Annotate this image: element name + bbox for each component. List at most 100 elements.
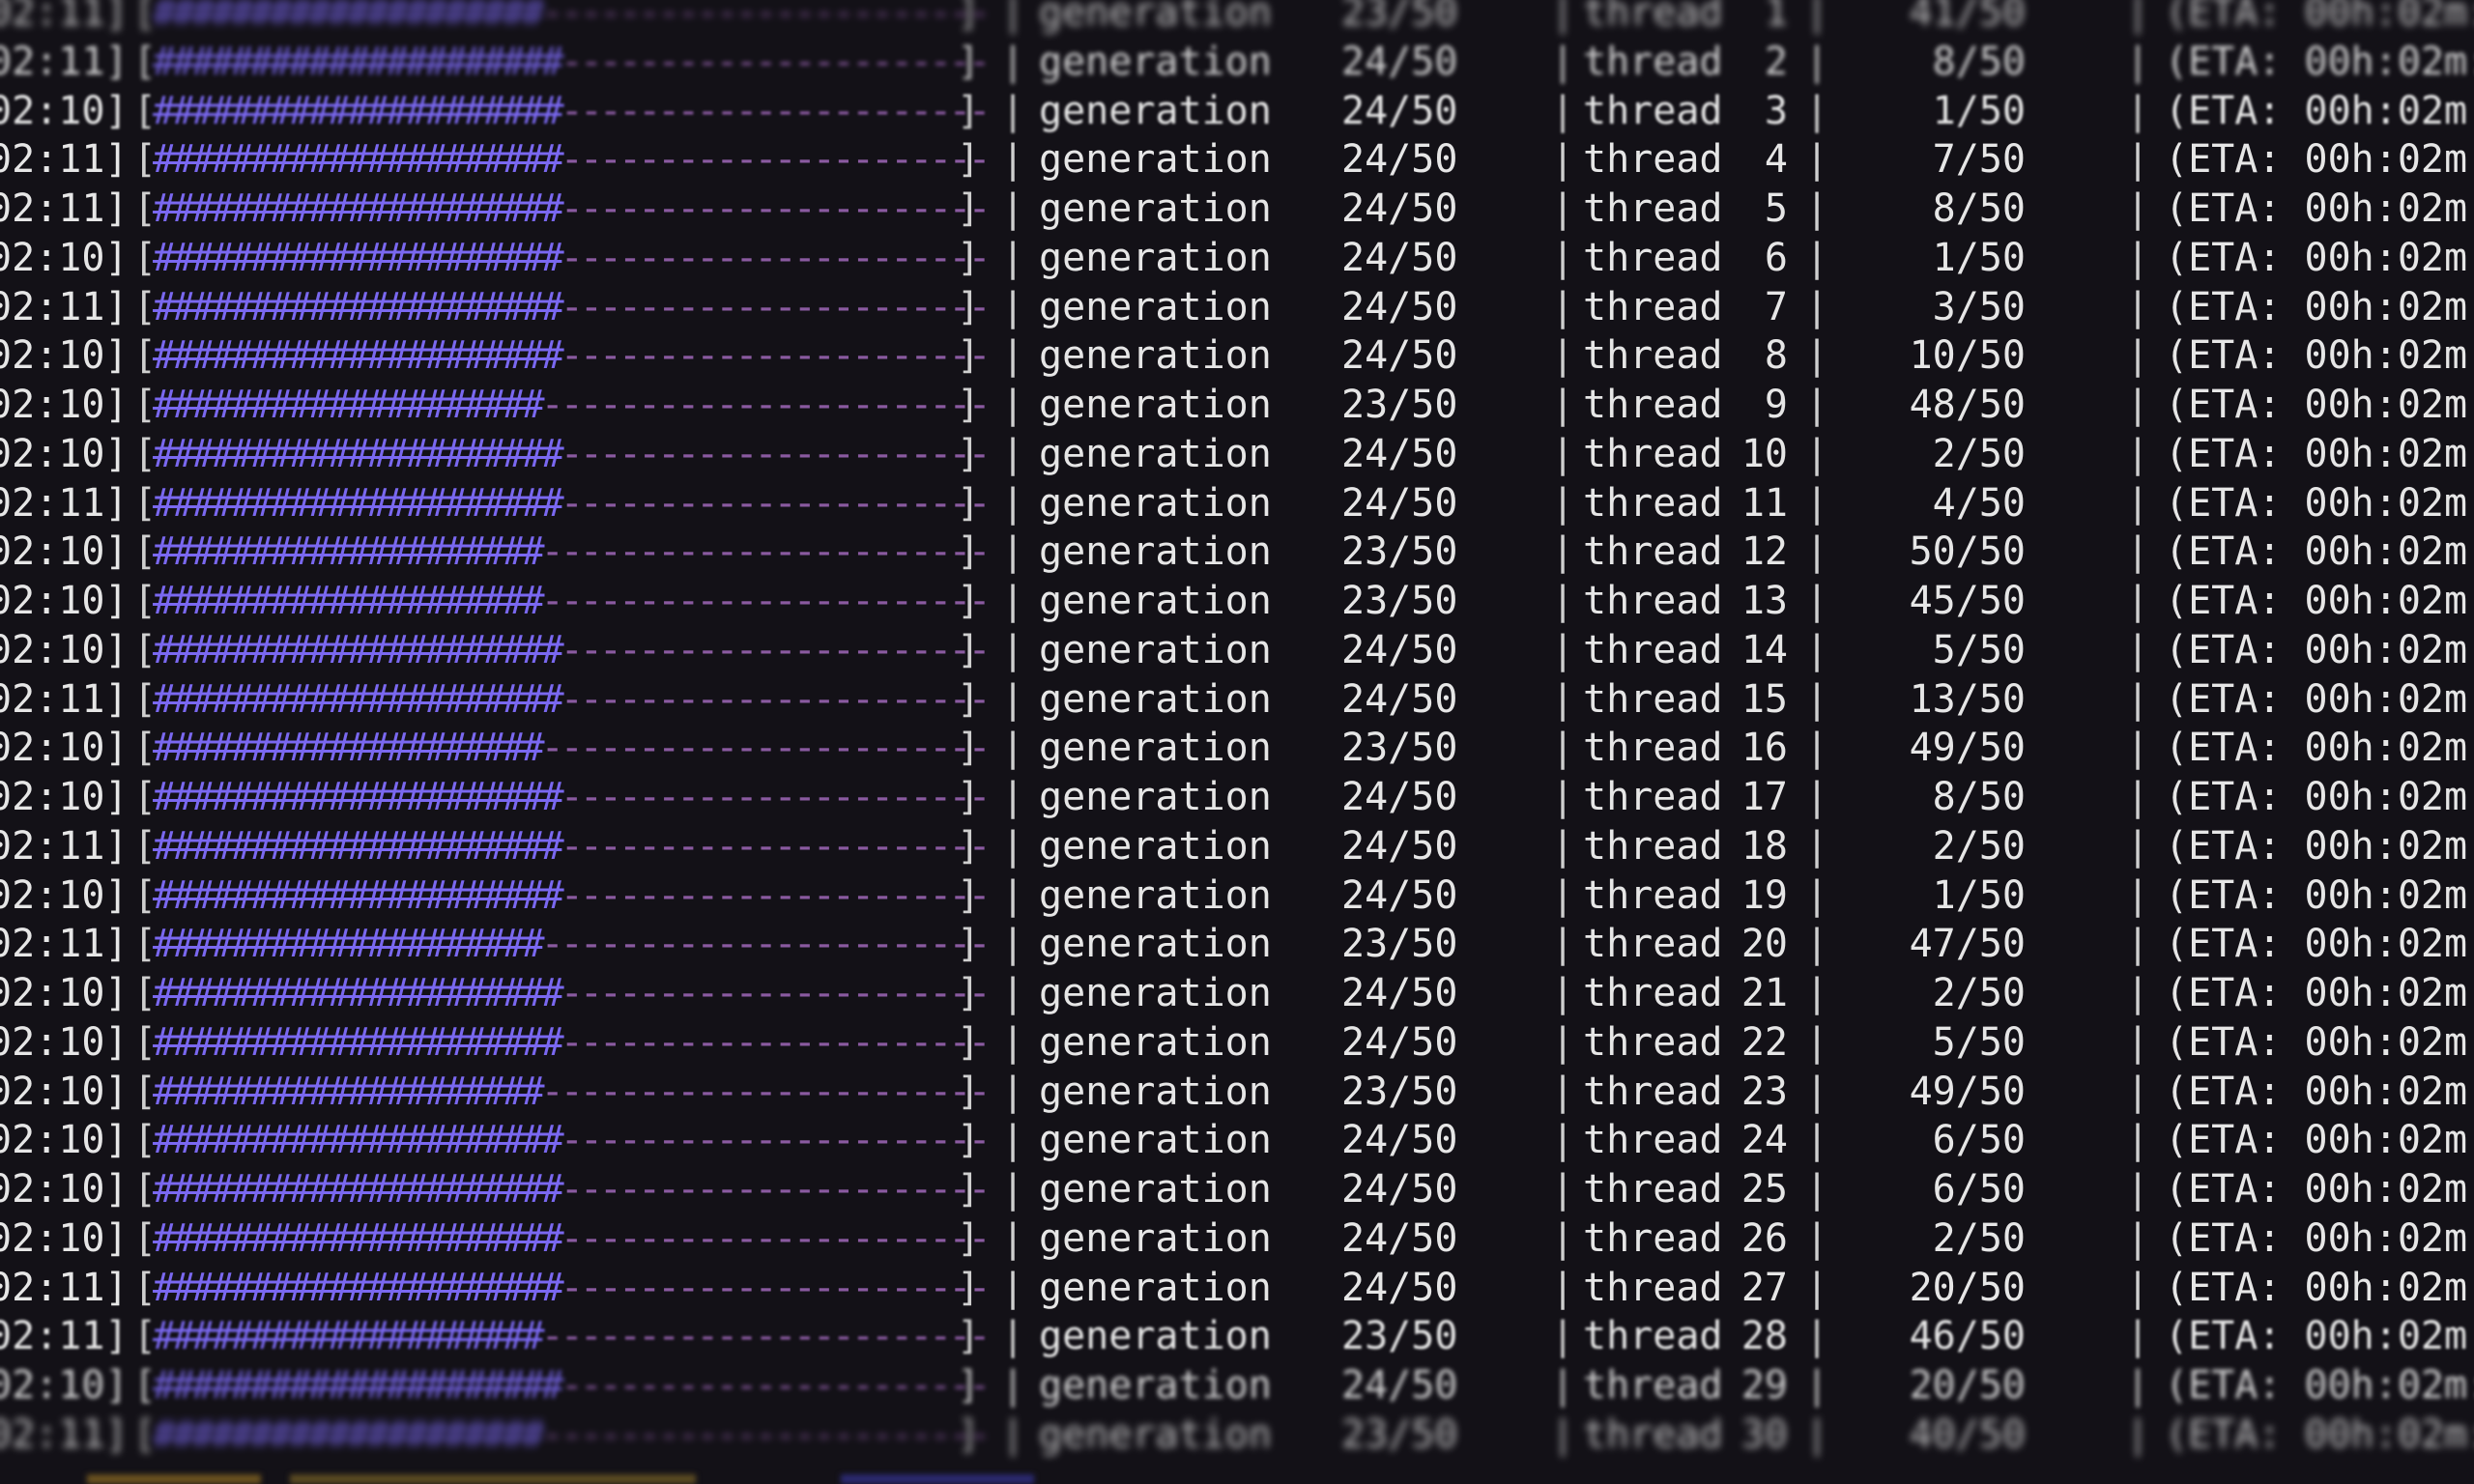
timestamp: 02:11] <box>0 1412 129 1457</box>
progress-bar-fill: ##################### <box>153 88 564 133</box>
eta-text: (ETA: 00h:02m:1 <box>2165 284 2474 329</box>
progress-bar-fill: ##################### <box>153 676 564 722</box>
progress-bar: #####################-------------------… <box>153 675 992 724</box>
generation-value: 24/50 <box>1341 1265 1458 1310</box>
separator-pipe: | <box>1001 1412 1025 1457</box>
progress-bar-fill: ##################### <box>153 333 564 379</box>
bracket-close: ] <box>957 676 981 722</box>
bracket-close: ] <box>957 480 981 526</box>
separator-pipe: | <box>1805 922 1829 967</box>
separator-pipe: | <box>1805 137 1829 183</box>
separator-pipe: | <box>1001 579 1025 623</box>
separator-pipe: | <box>1001 39 1025 84</box>
thread-label: thread <box>1583 186 1723 231</box>
separator-pipe: | <box>1551 88 1575 133</box>
thread-progress: 49/50 <box>1909 1069 2026 1114</box>
separator-pipe: | <box>1805 1019 1829 1065</box>
progress-bar-remaining: ---------------------- <box>560 1215 992 1261</box>
bracket-close: ] <box>957 726 981 771</box>
generation-value: 23/50 <box>1341 726 1458 771</box>
generation-value: 23/50 <box>1341 1069 1458 1114</box>
separator-pipe: | <box>1551 726 1575 771</box>
progress-bar-remaining: ---------------------- <box>560 284 992 329</box>
progress-bar-remaining: ---------------------- <box>560 186 992 231</box>
separator-pipe: | <box>2126 1265 2150 1310</box>
generation-value: 24/50 <box>1341 333 1458 379</box>
separator-pipe: | <box>1805 333 1829 379</box>
separator-pipe: | <box>1551 823 1575 869</box>
thread-progress: 45/50 <box>1909 579 2026 623</box>
progress-row: 02:10][#####################------------… <box>0 430 2474 478</box>
progress-row: 02:11][#####################------------… <box>0 185 2474 233</box>
generation-label: generation <box>1039 431 1272 476</box>
separator-pipe: | <box>1551 971 1575 1015</box>
progress-bar-fill: ##################### <box>153 284 564 329</box>
eta-text: (ETA: 00h:02m:2 <box>2165 579 2474 623</box>
generation-label: generation <box>1039 137 1272 183</box>
thread-number: 15 <box>1740 676 1788 722</box>
progress-bar: ####################--------------------… <box>153 724 992 772</box>
thread-label: thread <box>1583 1363 1723 1408</box>
progress-bar-fill: ##################### <box>153 480 564 526</box>
progress-row: 02:10][#####################------------… <box>0 331 2474 380</box>
separator-pipe: | <box>2126 1167 2150 1212</box>
thread-progress: 1/50 <box>1932 235 2026 280</box>
bracket-close: ] <box>957 922 981 967</box>
thread-label: thread <box>1583 775 1723 819</box>
separator-pipe: | <box>1001 383 1025 427</box>
generation-label: generation <box>1039 0 1272 35</box>
thread-number: 9 <box>1764 383 1788 427</box>
eta-text: (ETA: 00h:02m:1 <box>2165 480 2474 526</box>
separator-pipe: | <box>2126 726 2150 771</box>
thread-number: 25 <box>1740 1167 1788 1212</box>
progress-row: 02:11][####################-------------… <box>0 1411 2474 1459</box>
separator-pipe: | <box>1001 0 1025 35</box>
terminal-window[interactable]: 02:11][####################-------------… <box>0 0 2474 1484</box>
separator-pipe: | <box>2126 0 2150 35</box>
timestamp: 02:10] <box>0 235 129 280</box>
thread-number: 1 <box>1764 0 1788 35</box>
separator-pipe: | <box>1805 235 1829 280</box>
progress-bar-remaining: ---------------------- <box>560 1363 992 1408</box>
timestamp: 02:11] <box>0 39 129 84</box>
separator-pipe: | <box>1551 480 1575 526</box>
separator-pipe: | <box>1805 88 1829 133</box>
timestamp: 02:10] <box>0 1167 129 1212</box>
generation-label: generation <box>1039 480 1272 526</box>
thread-number: 22 <box>1740 1019 1788 1065</box>
thread-progress: 20/50 <box>1909 1265 2026 1310</box>
separator-pipe: | <box>2126 676 2150 722</box>
separator-pipe: | <box>1001 1265 1025 1310</box>
separator-pipe: | <box>1001 431 1025 476</box>
progress-bar: #####################-------------------… <box>153 479 992 528</box>
separator-pipe: | <box>1805 823 1829 869</box>
progress-bar-fill: #################### <box>153 922 545 967</box>
thread-number: 4 <box>1764 137 1788 183</box>
timestamp: 02:10] <box>0 1019 129 1065</box>
separator-pipe: | <box>2126 383 2150 427</box>
timestamp: 02:10] <box>0 775 129 819</box>
thread-label: thread <box>1583 579 1723 623</box>
timestamp: 02:10] <box>0 1069 129 1114</box>
thread-number: 18 <box>1740 823 1788 869</box>
thread-label: thread <box>1583 676 1723 722</box>
separator-pipe: | <box>1805 1215 1829 1261</box>
progress-bar: #####################-------------------… <box>153 969 992 1017</box>
thread-label: thread <box>1583 235 1723 280</box>
separator-pipe: | <box>1805 676 1829 722</box>
separator-pipe: | <box>2126 1314 2150 1359</box>
generation-value: 24/50 <box>1341 1215 1458 1261</box>
generation-label: generation <box>1039 1167 1272 1212</box>
thread-label: thread <box>1583 1069 1723 1114</box>
separator-pipe: | <box>1805 1118 1829 1163</box>
separator-pipe: | <box>1001 971 1025 1015</box>
generation-value: 23/50 <box>1341 922 1458 967</box>
thread-progress: 4/50 <box>1932 480 2026 526</box>
separator-pipe: | <box>1001 1019 1025 1065</box>
separator-pipe: | <box>1551 137 1575 183</box>
separator-pipe: | <box>1805 627 1829 672</box>
progress-row: 02:11][####################-------------… <box>0 1312 2474 1360</box>
progress-bar: #####################-------------------… <box>153 773 992 821</box>
separator-pipe: | <box>1551 1215 1575 1261</box>
timestamp: 02:10] <box>0 971 129 1015</box>
